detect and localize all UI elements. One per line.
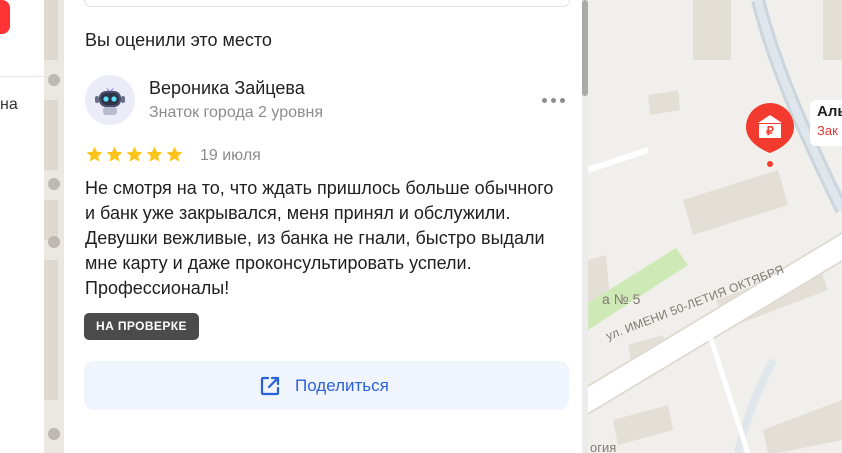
dot <box>551 98 556 103</box>
left-panel-text: на <box>0 96 18 113</box>
place-status: Зак <box>817 123 838 138</box>
bank-marker[interactable]: ₽ <box>742 101 798 167</box>
previous-card-edge <box>84 0 570 7</box>
star-icon <box>146 146 163 162</box>
star-icon <box>126 146 143 162</box>
review-text: Не смотря на то, что ждать пришлось боль… <box>85 178 554 298</box>
share-label: Поделиться <box>295 376 389 395</box>
map-bottom-label: огия <box>590 440 617 453</box>
rating-stars <box>85 145 185 167</box>
left-panel: на <box>0 0 44 453</box>
status-badge: НА ПРОВЕРКЕ <box>84 313 199 340</box>
robot-avatar-icon <box>95 87 125 115</box>
review-date: 19 июля <box>200 147 261 164</box>
author-level: Знаток города 2 уровня <box>149 104 324 121</box>
star-icon <box>106 146 123 162</box>
shop-icon[interactable] <box>48 178 60 190</box>
star-icon <box>86 146 103 162</box>
poi-icon[interactable] <box>48 74 60 86</box>
dot <box>542 98 547 103</box>
share-icon <box>260 376 280 396</box>
more-options-button[interactable] <box>540 90 568 112</box>
share-button[interactable]: Поделиться <box>84 361 569 410</box>
star-icon <box>166 146 183 162</box>
dot <box>560 98 565 103</box>
left-red-button[interactable] <box>0 0 10 34</box>
map-canvas <box>588 0 842 453</box>
place-label[interactable]: Аль Зак <box>810 100 842 146</box>
poi-icon[interactable] <box>48 428 60 440</box>
bank-icon: ₽ <box>746 103 794 167</box>
avatar[interactable] <box>85 75 135 125</box>
svg-text:₽: ₽ <box>766 124 774 138</box>
map-area-label: а № 5 <box>602 291 641 307</box>
place-name: Аль <box>817 103 842 120</box>
divider <box>0 76 44 77</box>
author-name[interactable]: Вероника Зайцева <box>149 78 305 99</box>
section-title: Вы оценили это место <box>85 30 272 50</box>
map-strip <box>44 0 64 453</box>
poi-icon[interactable] <box>48 236 60 248</box>
map[interactable]: а № 5 ул. ИМЕНИ 50-ЛЕТИЯ ОКТЯБРЯ огия <box>588 0 842 453</box>
